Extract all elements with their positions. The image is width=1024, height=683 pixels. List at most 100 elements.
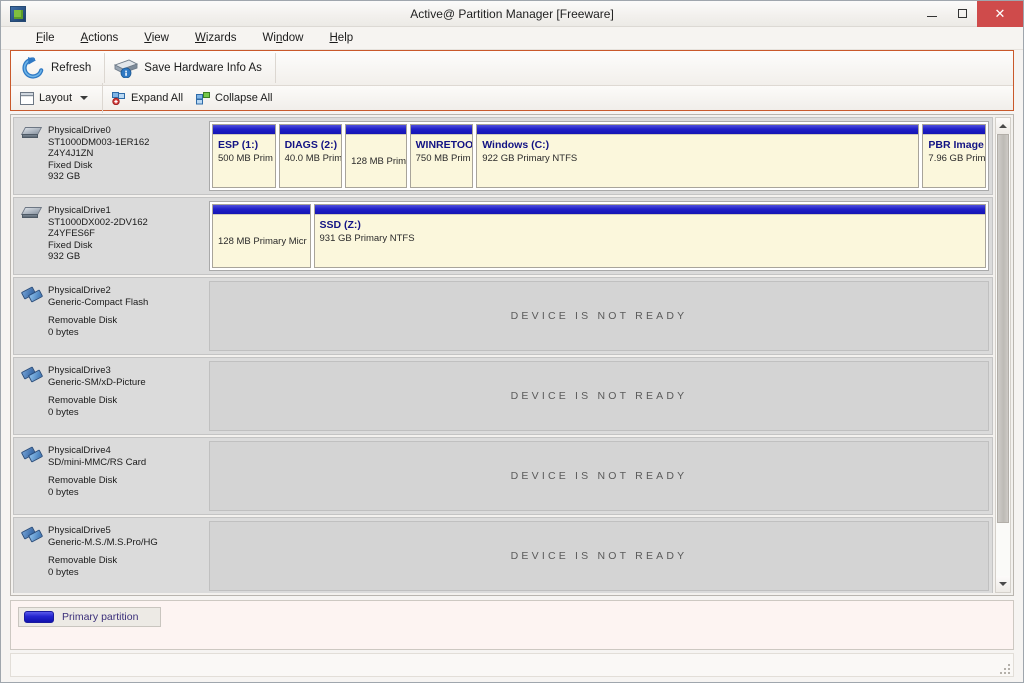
partition-block[interactable]: DIAGS (2:) 40.0 MB Prim	[278, 124, 343, 188]
partition-type-bar	[213, 205, 310, 215]
scroll-down-button[interactable]	[996, 576, 1010, 592]
scrollbar-thumb[interactable]	[997, 134, 1009, 523]
save-hardware-label: Save Hardware Info As	[144, 62, 262, 74]
save-hardware-info-button[interactable]: Save Hardware Info As	[108, 53, 272, 84]
layout-icon	[20, 91, 34, 105]
toolbar-container: Refresh Save Hardware Info As Layout Exp…	[10, 50, 1014, 113]
disk-row[interactable]: PhysicalDrive1 ST1000DX002-2DV162 Z4YFES…	[13, 197, 993, 275]
disk-partition-map[interactable]: DEVICE IS NOT READY	[209, 521, 989, 591]
disk-row[interactable]: PhysicalDrive5 Generic-M.S./M.S.Pro/HG R…	[13, 517, 993, 593]
partition-subtitle: 40.0 MB Prim	[284, 153, 342, 164]
disk-model: Generic-Compact Flash	[48, 296, 149, 308]
partition-type-bar	[477, 125, 919, 135]
partition-block[interactable]: 128 MB Prim	[345, 124, 407, 188]
refresh-label: Refresh	[51, 62, 92, 74]
disk-info: PhysicalDrive2 Generic-Compact Flash Rem…	[14, 278, 207, 354]
disk-model: SD/mini-MMC/RS Card	[48, 456, 147, 468]
partition-subtitle: 128 MB Prim	[351, 155, 406, 167]
collapse-all-button[interactable]: Collapse All	[194, 91, 279, 106]
disk-type: Removable Disk	[48, 315, 118, 327]
disk-row[interactable]: PhysicalDrive4 SD/mini-MMC/RS Card Remov…	[13, 437, 993, 515]
partition-subtitle: 500 MB Prim	[218, 153, 273, 164]
primary-partition-swatch-icon	[24, 611, 54, 623]
refresh-button[interactable]: Refresh	[17, 53, 101, 84]
partition-subtitle: 750 MB Prim	[415, 153, 471, 164]
disk-size: 932 GB	[48, 171, 81, 183]
chevron-down-icon	[999, 582, 1007, 586]
menu-item-file[interactable]: File	[23, 30, 68, 46]
main-toolbar: Refresh Save Hardware Info As	[11, 51, 1013, 86]
disk-info: PhysicalDrive0 ST1000DM003-1ER162 Z4Y4J1…	[14, 118, 207, 194]
toolbar-separator	[104, 53, 106, 83]
partition-type-bar	[213, 125, 275, 135]
device-not-ready-text: DEVICE IS NOT READY	[510, 390, 688, 402]
app-window: Active@ Partition Manager [Freeware] ✕ F…	[0, 0, 1024, 683]
disk-partition-map[interactable]: 128 MB Primary Micr SSD (Z:) 931 GB Prim…	[209, 201, 989, 271]
app-icon	[10, 5, 26, 22]
disk-partition-map[interactable]: DEVICE IS NOT READY	[209, 281, 989, 351]
expand-all-label: Expand All	[131, 92, 184, 104]
disk-info-text: PhysicalDrive0 ST1000DM003-1ER162 Z4Y4J1…	[48, 124, 149, 194]
disk-type: Fixed Disk	[48, 239, 93, 251]
partition-block[interactable]: SSD (Z:) 931 GB Primary NTFS	[313, 204, 986, 268]
status-bar	[10, 653, 1014, 677]
disk-info-text: PhysicalDrive2 Generic-Compact Flash Rem…	[48, 284, 148, 354]
disk-serial: Z4YFES6F	[48, 228, 95, 240]
menu-item-window[interactable]: Window	[250, 30, 317, 46]
vertical-scrollbar[interactable]	[995, 117, 1011, 593]
partition-block[interactable]: WINRETOOL 750 MB Prim	[409, 124, 474, 188]
menu-item-actions[interactable]: Actions	[68, 30, 132, 46]
layout-button[interactable]: Layout	[18, 91, 95, 106]
disk-info-text: PhysicalDrive1 ST1000DX002-2DV162 Z4YFES…	[48, 204, 148, 274]
expand-all-button[interactable]: Expand All	[110, 91, 190, 106]
disk-partition-map[interactable]: DEVICE IS NOT READY	[209, 361, 989, 431]
close-button[interactable]: ✕	[977, 0, 1023, 27]
partition-subtitle: 7.96 GB Prim	[928, 153, 985, 164]
resize-grip[interactable]	[998, 662, 1010, 674]
partition-body: 128 MB Prim	[346, 135, 406, 187]
minimize-icon	[927, 15, 937, 17]
disk-list[interactable]: PhysicalDrive0 ST1000DM003-1ER162 Z4Y4J1…	[13, 117, 993, 593]
hard-disk-icon	[20, 206, 43, 221]
legend-item-primary-partition[interactable]: Primary partition	[18, 607, 162, 627]
menu-item-wizards[interactable]: Wizards	[182, 30, 250, 46]
scroll-up-button[interactable]	[996, 118, 1010, 134]
chevron-up-icon	[999, 124, 1007, 128]
disk-type: Removable Disk	[48, 395, 118, 407]
removable-disk-icon	[20, 286, 44, 303]
disk-partition-map[interactable]: ESP (1:) 500 MB Prim DIAGS (2:) 40.0 MB …	[209, 121, 989, 191]
partition-body: ESP (1:) 500 MB Prim	[213, 135, 275, 187]
menu-item-help[interactable]: Help	[316, 30, 366, 46]
partition-block[interactable]: Windows (C:) 922 GB Primary NTFS	[476, 124, 920, 188]
partition-title: WINRETOOL	[415, 139, 473, 151]
menu-item-view[interactable]: View	[131, 30, 182, 46]
disk-row[interactable]: PhysicalDrive2 Generic-Compact Flash Rem…	[13, 277, 993, 355]
disk-info: PhysicalDrive3 Generic-SM/xD-Picture Rem…	[14, 358, 207, 434]
partition-body: Windows (C:) 922 GB Primary NTFS	[477, 135, 918, 187]
disk-info-text: PhysicalDrive5 Generic-M.S./M.S.Pro/HG R…	[48, 524, 158, 593]
partition-block[interactable]: PBR Image 7.96 GB Prim	[922, 124, 986, 188]
disk-info: PhysicalDrive1 ST1000DX002-2DV162 Z4YFES…	[14, 198, 207, 274]
partition-title: SSD (Z:)	[319, 219, 361, 231]
disk-row[interactable]: PhysicalDrive3 Generic-SM/xD-Picture Rem…	[13, 357, 993, 435]
partition-body: 128 MB Primary Micr	[213, 215, 310, 267]
partition-title: Windows (C:)	[482, 139, 550, 151]
disk-size: 0 bytes	[48, 406, 79, 418]
minimize-button[interactable]	[917, 1, 947, 27]
partition-subtitle: 922 GB Primary NTFS	[482, 153, 578, 164]
disk-row[interactable]: PhysicalDrive0 ST1000DM003-1ER162 Z4Y4J1…	[13, 117, 993, 195]
legend-item-label: Primary partition	[62, 611, 139, 623]
maximize-button[interactable]	[947, 1, 977, 27]
legend-panel: Primary partition	[10, 600, 1014, 650]
scrollbar-track[interactable]	[996, 134, 1010, 576]
disk-type: Removable Disk	[48, 475, 118, 487]
disk-partition-map[interactable]: DEVICE IS NOT READY	[209, 441, 989, 511]
partition-type-bar	[346, 125, 406, 135]
expand-all-icon	[112, 91, 126, 105]
disk-name: PhysicalDrive5	[48, 525, 111, 536]
device-not-ready-text: DEVICE IS NOT READY	[510, 550, 688, 562]
partition-block[interactable]: ESP (1:) 500 MB Prim	[212, 124, 276, 188]
disk-model: ST1000DX002-2DV162	[48, 216, 148, 228]
disk-model: Generic-SM/xD-Picture	[48, 376, 146, 388]
partition-block[interactable]: 128 MB Primary Micr	[212, 204, 311, 268]
